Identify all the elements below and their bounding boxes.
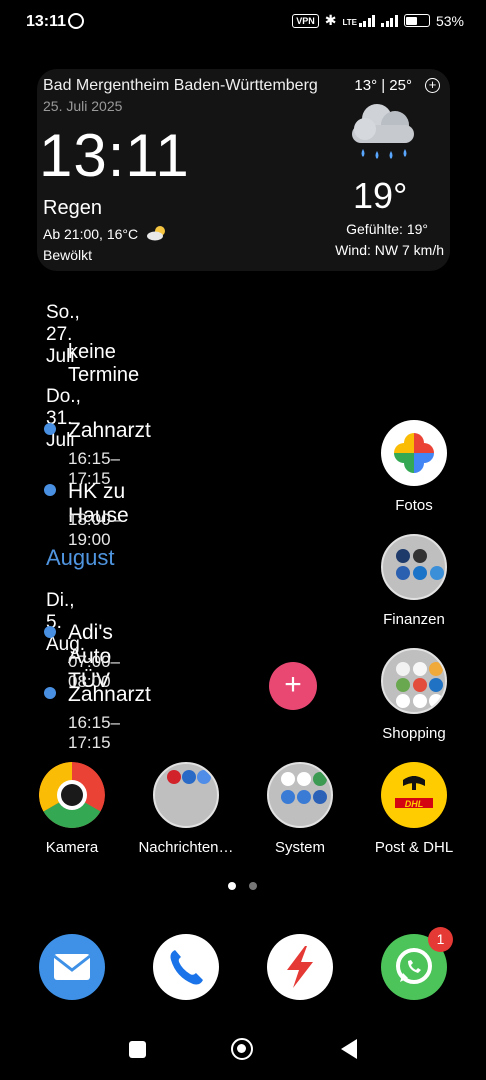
notification-badge: 1 <box>428 927 453 952</box>
dock-phone[interactable] <box>131 934 241 1000</box>
recents-button[interactable] <box>129 1041 146 1058</box>
event-time: 16:15–17:15 <box>68 713 120 752</box>
weather-date: 25. Juli 2025 <box>43 98 123 114</box>
folder-system[interactable]: System <box>245 762 355 856</box>
app-label: Shopping <box>382 725 446 742</box>
status-bar: 13:11 VPN ✱ LTE 53% <box>0 0 486 44</box>
chrome-icon <box>39 762 105 828</box>
weather-sky: Bewölkt <box>43 247 93 263</box>
no-events-label: keine Termine <box>68 341 140 386</box>
folder-icon <box>267 762 333 828</box>
dock-app-lightning[interactable] <box>245 934 355 1000</box>
app-kamera[interactable]: Kamera <box>17 762 127 856</box>
app-label: Finanzen <box>383 611 445 628</box>
event-title[interactable]: Zahnarzt <box>68 419 151 443</box>
partly-cloudy-icon <box>146 225 168 244</box>
plus-circle-icon[interactable]: + <box>425 78 440 93</box>
folder-nachrichten[interactable]: Nachrichten… <box>131 762 241 856</box>
wind: Wind: NW 7 km/h <box>335 242 444 258</box>
folder-icon <box>153 762 219 828</box>
page-indicator-active[interactable] <box>228 882 236 890</box>
app-fotos[interactable]: Fotos <box>359 420 469 514</box>
event-dot-icon <box>44 687 56 699</box>
dhl-logo-text: DHL <box>404 799 424 809</box>
whatsapp-notification-icon <box>68 13 84 29</box>
feels-like: Gefühlte: 19° <box>346 221 428 237</box>
weather-location: Bad Mergentheim Baden-Württemberg <box>43 77 318 94</box>
app-label: Kamera <box>45 839 99 856</box>
battery-percent: 53% <box>435 12 464 29</box>
app-label: Post & DHL <box>374 839 454 856</box>
folder-finanzen[interactable]: Finanzen <box>359 534 469 628</box>
folder-icon <box>381 648 447 714</box>
folder-shopping[interactable]: Shopping <box>359 648 469 742</box>
weather-widget[interactable]: Bad Mergentheim Baden-Württemberg 25. Ju… <box>37 69 450 271</box>
clock-time[interactable]: 13:11 <box>39 121 190 190</box>
event-time: 18:00–19:00 <box>68 510 120 549</box>
home-button[interactable] <box>231 1038 253 1060</box>
app-label: Nachrichten… <box>138 839 234 856</box>
event-dot-icon <box>44 423 56 435</box>
phone-icon <box>153 934 219 1000</box>
event-dot-icon <box>44 484 56 496</box>
bluetooth-icon: ✱ <box>324 12 337 28</box>
app-label: System <box>274 839 325 856</box>
folder-icon <box>381 534 447 600</box>
battery-icon <box>403 14 430 27</box>
google-photos-icon <box>381 420 447 486</box>
event-title[interactable]: Zahnarzt <box>68 683 151 707</box>
event-dot-icon <box>44 626 56 638</box>
status-time: 13:11 <box>26 13 67 30</box>
page-indicator[interactable] <box>249 882 257 890</box>
lte-signal-icon: LTE <box>342 14 376 27</box>
weather-next-forecast: Ab 21:00, 16°C <box>43 225 168 244</box>
vpn-icon: VPN <box>292 13 319 28</box>
dock-whatsapp[interactable] <box>359 934 469 1000</box>
add-event-button[interactable]: + <box>269 662 317 710</box>
app-post-dhl[interactable]: DHL Post & DHL <box>359 762 469 856</box>
current-temperature: 19° <box>353 175 408 216</box>
rain-cloud-icon <box>347 97 422 169</box>
back-button[interactable] <box>341 1039 357 1059</box>
agenda-month-header: August <box>46 545 115 570</box>
temperature-range: 13° | 25° <box>354 77 412 94</box>
app-label: Fotos <box>395 497 433 514</box>
dock-mail[interactable] <box>17 934 127 1000</box>
mail-icon <box>39 934 105 1000</box>
signal-icon <box>381 14 398 27</box>
status-icons: VPN ✱ LTE 53% <box>292 12 464 29</box>
dhl-icon: DHL <box>381 762 447 828</box>
weather-condition: Regen <box>43 197 102 219</box>
lightning-app-icon <box>267 934 333 1000</box>
